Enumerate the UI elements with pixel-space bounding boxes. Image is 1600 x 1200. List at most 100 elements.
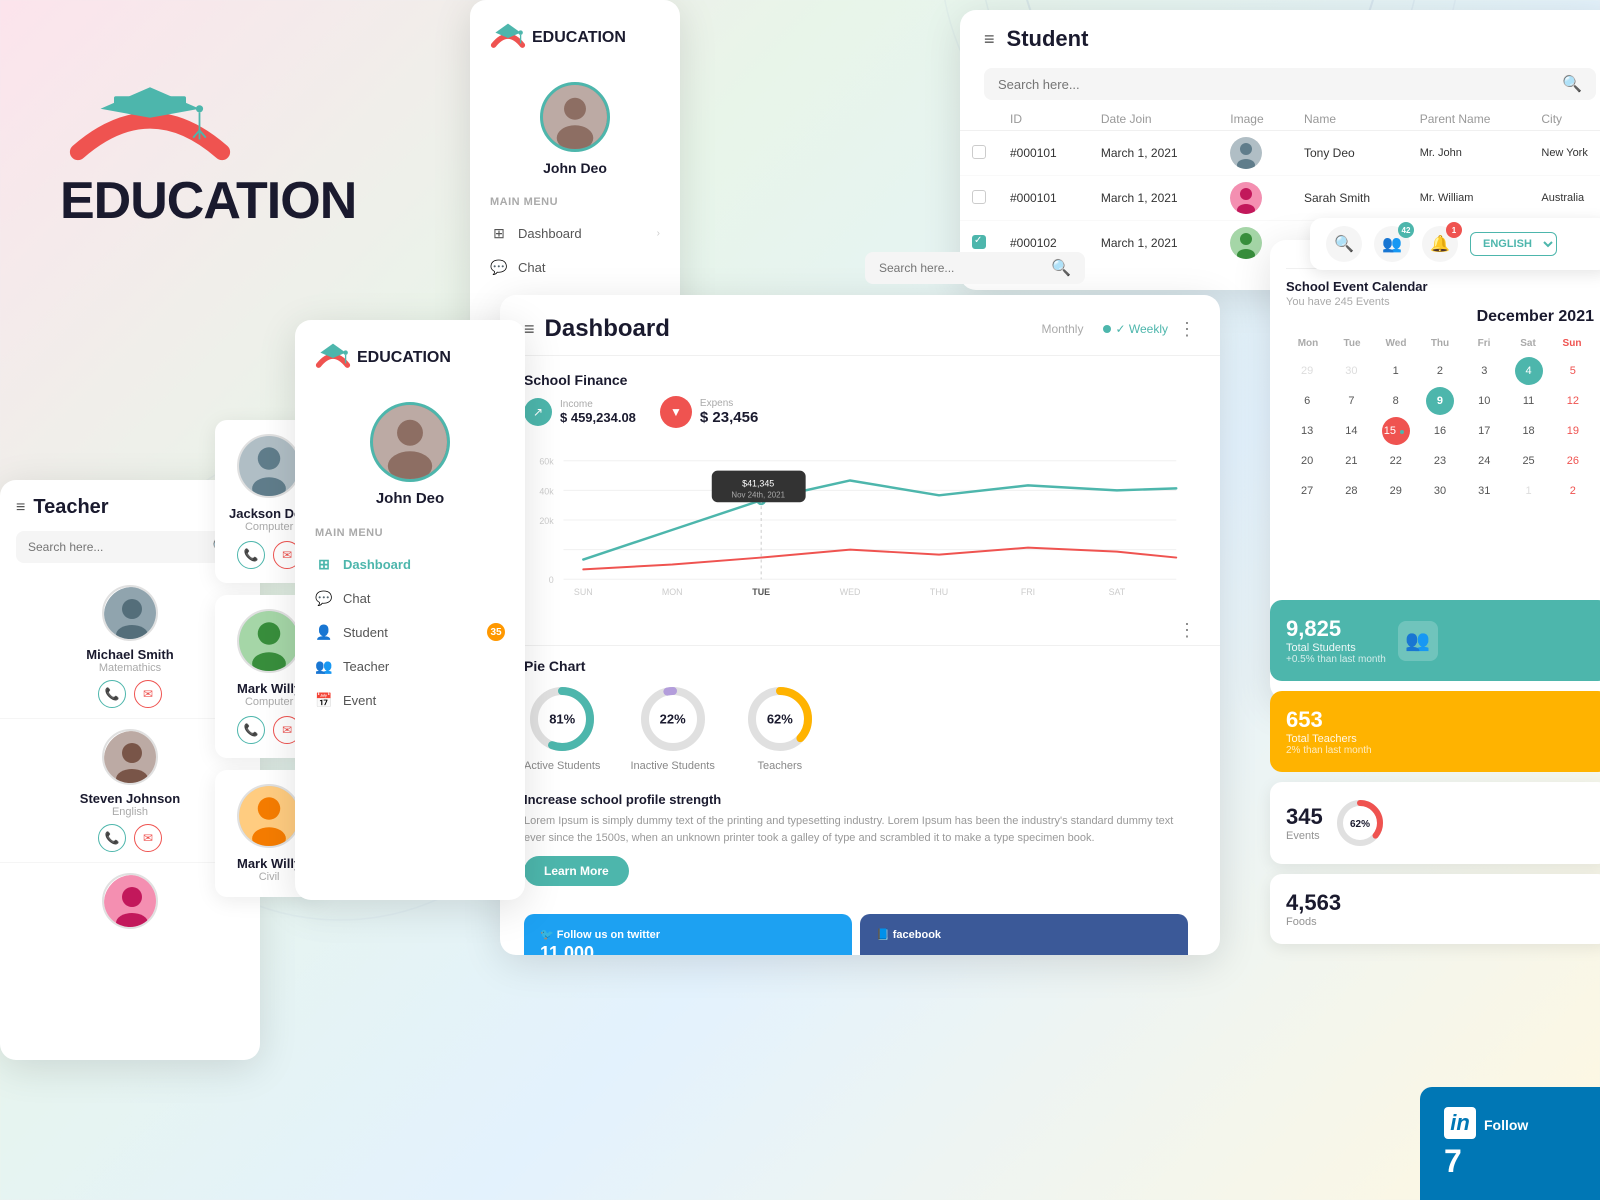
teacher-msg-btn-1[interactable]: ✉ [134,680,162,708]
cal-day-22[interactable]: 22 [1382,447,1410,475]
dashboard-more-icon[interactable]: ⋮ [1178,319,1196,340]
learn-more-button[interactable]: Learn More [524,856,629,886]
row-image-1 [1218,131,1292,176]
dashboard-header: ≡ Dashboard Monthly ✓ Weekly ⋮ [500,295,1220,356]
teacher-card-actions-1: 📞 ✉ [237,541,301,569]
sidebar-item-chat[interactable]: 💬 Chat [295,581,525,615]
teacher-card-name-2: Mark Willy [237,681,301,696]
calendar-event-count: You have 245 Events [1286,296,1594,308]
tc-call-btn-2[interactable]: 📞 [237,716,265,744]
user-avatar [540,82,610,152]
cal-day-29[interactable]: 29 [1382,477,1410,505]
cal-day-13[interactable]: 13 [1293,417,1321,445]
cal-day-30[interactable]: 30 [1426,477,1454,505]
social-facebook-card[interactable]: 📘 facebook [860,914,1188,955]
weekday-mon: Mon [1286,334,1330,353]
cal-day-3[interactable]: 3 [1470,357,1498,385]
second-search-box[interactable]: 🔍 [865,252,1085,284]
teacher-subject-2: English [112,806,148,818]
notifications-btn[interactable]: 👥 42 [1374,226,1410,262]
tc-call-btn-1[interactable]: 📞 [237,541,265,569]
cal-day-12[interactable]: 12 [1559,387,1587,415]
events-donut-chart: 62% [1335,798,1385,848]
sidebar-item-student[interactable]: 👤 Student 35 [295,615,525,649]
row-checkbox-1[interactable] [972,145,986,159]
cal-day-14[interactable]: 14 [1337,417,1365,445]
expense-value: $ 23,456 [700,409,758,426]
cal-day-17[interactable]: 17 [1470,417,1498,445]
dashboard-icon: ⊞ [490,224,508,242]
cal-day-30-prev[interactable]: 30 [1337,357,1365,385]
social-twitter-card[interactable]: 🐦 Follow us on twitter 11,000 [524,914,852,955]
table-row: #000101 March 1, 2021 Tony Deo Mr. John … [960,131,1600,176]
student-search-box[interactable]: 🔍 [984,68,1596,100]
sidebar-item-teacher[interactable]: 👥 Teacher [295,649,525,683]
bell-btn[interactable]: 🔔 1 [1422,226,1458,262]
pie-inactive-students: 22% Inactive Students [630,684,714,772]
teacher-call-btn-1[interactable]: 📞 [98,680,126,708]
cal-day-7[interactable]: 7 [1337,387,1365,415]
main-student-label: Student [343,625,388,640]
teacher-card-name-3: Mark Willy [237,856,301,871]
linkedin-follow-text: Follow [1484,1117,1528,1133]
sidebar-item-dashboard-top[interactable]: ⊞ Dashboard › [470,216,680,250]
cal-day-29-prev[interactable]: 29 [1293,357,1321,385]
row-parent-2: Mr. William [1408,176,1530,221]
sidebar-item-dashboard[interactable]: ⊞ Dashboard [295,547,525,581]
main-dashboard-icon: ⊞ [315,555,333,573]
cal-day-1[interactable]: 1 [1382,357,1410,385]
cal-day-27[interactable]: 27 [1293,477,1321,505]
teacher-avatar-2 [102,729,158,785]
linkedin-box[interactable]: in Follow 7 [1420,1087,1600,1200]
cal-day-20[interactable]: 20 [1293,447,1321,475]
svg-text:Nov 24th, 2021: Nov 24th, 2021 [731,490,785,499]
row-name-1: Tony Deo [1292,131,1408,176]
cal-day-18[interactable]: 18 [1515,417,1543,445]
cal-day-8[interactable]: 8 [1382,387,1410,415]
stat-events-label: Events [1286,830,1323,842]
tab-weekly[interactable]: ✓ Weekly [1103,322,1168,336]
sidebar-item-event[interactable]: 📅 Event [295,683,525,717]
student-badge: 35 [487,623,505,641]
tab-monthly[interactable]: Monthly [1041,322,1083,336]
weekday-tue: Tue [1330,334,1374,353]
student-search-input[interactable] [998,77,1554,92]
cal-day-23[interactable]: 23 [1426,447,1454,475]
row-checkbox-3[interactable] [972,235,986,249]
sidebar-item-chat-top[interactable]: 💬 Chat [470,250,680,284]
cal-day-6[interactable]: 6 [1293,387,1321,415]
chart-more-icon[interactable]: ⋮ [1178,620,1196,640]
language-selector[interactable]: ENGLISH [1470,232,1557,256]
cal-day-31[interactable]: 31 [1470,477,1498,505]
cal-day-28[interactable]: 28 [1337,477,1365,505]
cal-day-2[interactable]: 2 [1426,357,1454,385]
cal-day-26[interactable]: 26 [1559,447,1587,475]
cal-day-4[interactable]: 4 [1515,357,1543,385]
chat-icon: 💬 [490,258,508,276]
row-checkbox-2[interactable] [972,190,986,204]
cal-day-2-next[interactable]: 2 [1559,477,1587,505]
cal-day-1-next[interactable]: 1 [1515,477,1543,505]
cal-day-11[interactable]: 11 [1515,387,1543,415]
main-teacher-label: Teacher [343,659,389,674]
second-search-input[interactable] [879,261,1043,275]
stat-events-count: 345 [1286,804,1323,830]
row-parent-1: Mr. John [1408,131,1530,176]
cal-day-24[interactable]: 24 [1470,447,1498,475]
teacher-msg-btn-2[interactable]: ✉ [134,824,162,852]
cal-day-10[interactable]: 10 [1470,387,1498,415]
cal-day-5[interactable]: 5 [1559,357,1587,385]
cal-day-21[interactable]: 21 [1337,447,1365,475]
cal-day-19[interactable]: 19 [1559,417,1587,445]
cal-day-25[interactable]: 25 [1515,447,1543,475]
sidebar-logo: EDUCATION [470,20,680,72]
stat-teachers-count: 653 [1286,707,1594,733]
cal-day-9[interactable]: 9 [1426,387,1454,415]
pie-label-inactive: Inactive Students [630,760,714,772]
teacher-call-btn-2[interactable]: 📞 [98,824,126,852]
cal-day-15[interactable]: 15 [1382,417,1410,445]
teacher-search-input[interactable] [28,540,204,554]
teacher-search-box[interactable]: 🔍 [16,531,244,563]
cal-day-16[interactable]: 16 [1426,417,1454,445]
search-nav-btn[interactable]: 🔍 [1326,226,1362,262]
